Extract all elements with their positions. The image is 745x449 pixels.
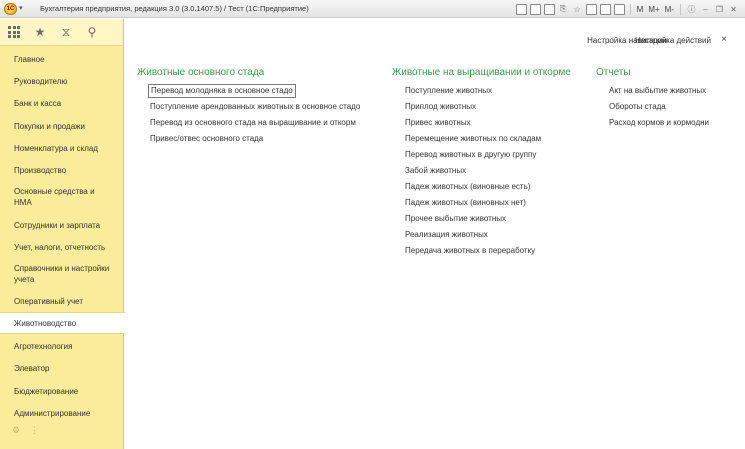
link-move-between-warehouses[interactable]: Перемещение животных по складам [405, 134, 541, 144]
app-logo-icon[interactable]: 1С [4, 3, 17, 15]
link-death-guilty[interactable]: Падеж животных (виновные есть) [405, 182, 530, 192]
favorites-star-icon[interactable]: ★ [33, 25, 47, 39]
sidebar-item-taxes[interactable]: Учет, налоги, отчетность [0, 240, 124, 254]
minimize-icon[interactable]: – [700, 4, 711, 15]
link-animal-receipt[interactable]: Поступление животных [405, 86, 492, 96]
report-feed-consumption[interactable]: Расход кормов и кормодни [609, 118, 709, 128]
info-icon[interactable]: ⓘ [686, 4, 697, 15]
history-icon[interactable] [585, 3, 597, 15]
close-icon[interactable]: × [721, 34, 727, 45]
memory-minus-button[interactable]: M- [664, 5, 675, 14]
memory-plus-button[interactable]: M+ [647, 5, 660, 14]
panel-toolbar: ★ ⧖ ⚲ [0, 19, 124, 46]
restore-icon[interactable]: ❐ [714, 4, 725, 15]
print-icon[interactable] [529, 3, 541, 15]
preview-icon[interactable] [543, 3, 555, 15]
sections-sidebar: Главное Руководителю Банк и касса Покупк… [0, 46, 125, 449]
title-bar: 1С ▾ Бухгалтерия предприятия, редакция 3… [0, 0, 745, 18]
sidebar-item-salary[interactable]: Сотрудники и зарплата [0, 218, 124, 232]
link-other-disposal[interactable]: Прочее выбытие животных [405, 214, 506, 224]
link-slaughter[interactable]: Забой животных [405, 166, 466, 176]
sidebar-item-production[interactable]: Производство [0, 163, 124, 177]
more-icon[interactable]: ⋮ [30, 425, 39, 436]
sidebar-item-settings[interactable]: Справочники и настройки учета [0, 262, 118, 286]
main-menu-chevron-icon[interactable]: ▾ [19, 4, 23, 12]
link-transfer-youngsters[interactable]: Перевод молодняка в основное стадо [148, 84, 296, 98]
sidebar-item-main[interactable]: Главное [0, 52, 124, 66]
sidebar-item-bank[interactable]: Банк и касса [0, 96, 124, 110]
link-weight-gain[interactable]: Привес животных [405, 118, 471, 128]
link-death-no-guilty[interactable]: Падеж животных (виновных нет) [405, 198, 526, 208]
save-icon[interactable] [515, 3, 527, 15]
favorite-icon[interactable]: ☆ [572, 4, 583, 15]
link-weight-gain-main-herd[interactable]: Привес/отвес основного стада [150, 134, 263, 144]
toolbar-divider [629, 3, 631, 15]
link-transfer-processing[interactable]: Передача животных в переработку [405, 246, 535, 256]
sidebar-item-admin[interactable]: Администрирование [0, 406, 124, 420]
link-animal-sales[interactable]: Реализация животных [405, 230, 488, 240]
calculator-icon[interactable] [613, 3, 625, 15]
close-window-icon[interactable]: ✕ [728, 4, 739, 15]
section-title-reports: Отчеты [596, 67, 631, 78]
sidebar-item-nomenclature[interactable]: Номенклатура и склад [0, 141, 124, 155]
toolbar-divider [680, 3, 681, 15]
link-leased-animals[interactable]: Поступление арендованных животных в осно… [150, 102, 360, 112]
sidebar-item-manager[interactable]: Руководителю [0, 74, 124, 88]
report-disposal-act[interactable]: Акт на выбытие животных [609, 86, 706, 96]
window-title: Бухгалтерия предприятия, редакция 3.0 (3… [40, 4, 309, 13]
memory-button[interactable]: M [636, 5, 645, 14]
search-icon[interactable]: ⚲ [85, 25, 99, 39]
title-toolbar: ⎘ ☆ M M+ M- ⓘ – ❐ ✕ [515, 2, 739, 16]
link-icon[interactable]: ⎘ [558, 4, 569, 15]
sidebar-item-operative[interactable]: Оперативный учет [0, 294, 124, 308]
sidebar-item-livestock[interactable]: Животноводство [0, 312, 125, 334]
section-content: Настройка навигации Настройка действий ×… [125, 19, 745, 449]
sidebar-item-elevator[interactable]: Элеватор [0, 361, 124, 375]
sidebar-item-agrotech[interactable]: Агротехнология [0, 339, 124, 353]
link-transfer-group[interactable]: Перевод животных в другую группу [405, 150, 536, 160]
section-title-main-herd: Животные основного стада [137, 67, 265, 78]
link-offspring[interactable]: Приплод животных [405, 102, 476, 112]
action-settings-link[interactable]: Настройка действий [635, 36, 711, 45]
gear-icon[interactable]: ⚙ [12, 425, 20, 436]
sidebar-item-budgeting[interactable]: Бюджетирование [0, 384, 124, 398]
calendar-icon[interactable] [599, 3, 611, 15]
sidebar-item-purchases[interactable]: Покупки и продажи [0, 119, 124, 133]
sidebar-item-fixed-assets[interactable]: Основные средства и НМА [0, 185, 110, 209]
sections-menu-icon[interactable] [7, 25, 21, 39]
sidebar-bottom-tools: ⚙ ⋮ [12, 425, 39, 436]
report-herd-turnover[interactable]: Обороты стада [609, 102, 666, 112]
history-clock-icon[interactable]: ⧖ [59, 25, 73, 39]
section-title-growing: Животные на выращивании и откорме [392, 67, 571, 78]
link-transfer-to-fattening[interactable]: Перевод из основного стада на выращивани… [150, 118, 356, 128]
